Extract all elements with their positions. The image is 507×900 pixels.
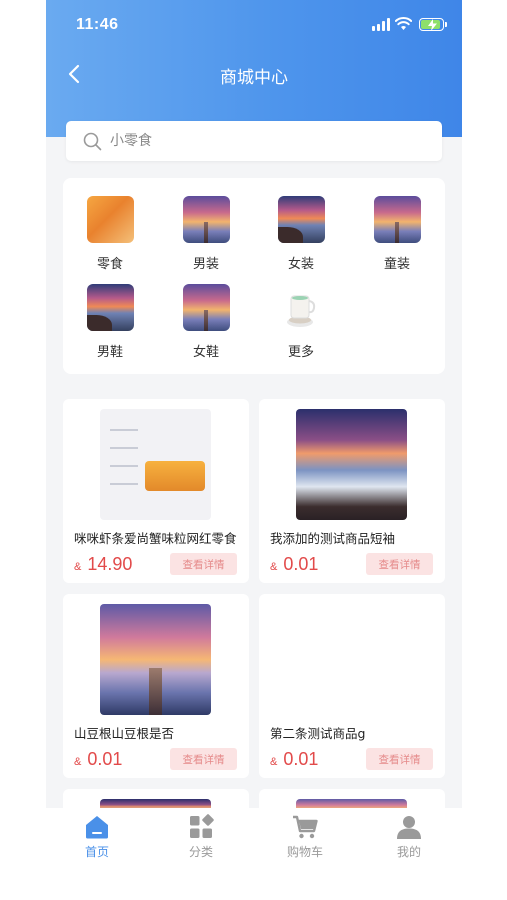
category-label: 男鞋 — [96, 345, 123, 360]
tab-profile[interactable]: 我的 — [369, 814, 449, 860]
product-title: 第二条测试商品g — [270, 726, 366, 741]
nav-bar: 商城中心 — [46, 55, 462, 95]
seascape-image — [296, 409, 407, 520]
tab-label: 首页 — [84, 845, 109, 859]
product-price: & 14.90 — [74, 554, 133, 574]
tab-cart[interactable]: 购物车 — [265, 814, 345, 860]
tab-home[interactable]: 首页 — [57, 814, 137, 860]
category-icon — [190, 814, 214, 838]
user-icon — [397, 816, 421, 839]
category-more[interactable]: 更多 — [271, 284, 331, 360]
sunset-rock-image — [86, 284, 134, 331]
category-kidswear[interactable]: 童装 — [367, 196, 427, 272]
search-bar[interactable] — [66, 121, 442, 161]
category-label: 童装 — [383, 257, 410, 272]
currency-icon: & — [270, 756, 278, 768]
cup-image — [277, 284, 325, 331]
tab-category[interactable]: 分类 — [161, 814, 241, 860]
category-snack[interactable]: 零食 — [80, 196, 140, 272]
category-grid: 零食 男装 女装 童装 男鞋 女鞋 更多 — [63, 178, 445, 374]
search-icon — [83, 132, 102, 151]
view-detail-button[interactable]: 查看详情 — [170, 748, 237, 770]
search-input[interactable] — [110, 121, 410, 161]
sunset-rock-image — [277, 196, 325, 243]
category-mens-shoes[interactable]: 男鞋 — [80, 284, 140, 360]
product-card[interactable]: 第二条测试商品g & 0.01 查看详情 — [259, 594, 445, 778]
category-label: 男装 — [192, 257, 219, 272]
tab-label: 分类 — [188, 845, 213, 859]
bottom-tab-bar: 首页 分类 购物车 我的 — [46, 808, 462, 900]
status-bar: 11:46 — [46, 0, 462, 50]
snack-image — [86, 196, 134, 243]
product-card[interactable]: 山豆根山豆根是否 & 0.01 查看详情 — [63, 594, 249, 778]
product-title: 我添加的测试商品短袖 — [270, 531, 396, 546]
signal-icon — [372, 18, 390, 31]
currency-icon: & — [74, 756, 82, 768]
view-detail-button[interactable]: 查看详情 — [170, 553, 237, 575]
category-label: 更多 — [287, 345, 314, 360]
cart-icon — [293, 815, 318, 839]
category-menswear[interactable]: 男装 — [176, 196, 236, 272]
product-title: 山豆根山豆根是否 — [74, 726, 175, 741]
snack-product-image — [100, 409, 211, 520]
tab-label: 我的 — [396, 845, 421, 859]
app-screen: 11:46 商城中心 零食 — [46, 0, 462, 900]
product-card[interactable]: 我添加的测试商品短袖 & 0.01 查看详情 — [259, 399, 445, 583]
category-label: 零食 — [96, 257, 123, 272]
battery-tip — [445, 22, 447, 27]
page-title: 商城中心 — [220, 68, 288, 88]
currency-icon: & — [74, 561, 82, 573]
category-womens-shoes[interactable]: 女鞋 — [176, 284, 236, 360]
category-womenswear[interactable]: 女装 — [271, 196, 331, 272]
pier-sunset-image — [100, 604, 211, 715]
currency-icon: & — [270, 561, 278, 573]
product-price: & 0.01 — [270, 749, 319, 769]
category-label: 女装 — [287, 257, 314, 272]
product-price: & 0.01 — [270, 554, 319, 574]
wifi-icon — [395, 17, 412, 30]
category-label: 女鞋 — [192, 345, 219, 360]
home-icon — [86, 816, 108, 839]
status-time: 11:46 — [76, 16, 119, 33]
product-price: & 0.01 — [74, 749, 123, 769]
view-detail-button[interactable]: 查看详情 — [366, 748, 433, 770]
product-card[interactable]: 咪咪虾条爱尚蟹味粒网红零食 & 14.90 查看详情 — [63, 399, 249, 583]
view-detail-button[interactable]: 查看详情 — [366, 553, 433, 575]
tab-label: 购物车 — [286, 845, 323, 859]
sunset-pier-image — [182, 284, 230, 331]
sunset-pier-image — [182, 196, 230, 243]
product-title: 咪咪虾条爱尚蟹味粒网红零食 — [74, 531, 237, 546]
charging-icon — [428, 19, 437, 31]
sunset-pier-image — [373, 196, 421, 243]
